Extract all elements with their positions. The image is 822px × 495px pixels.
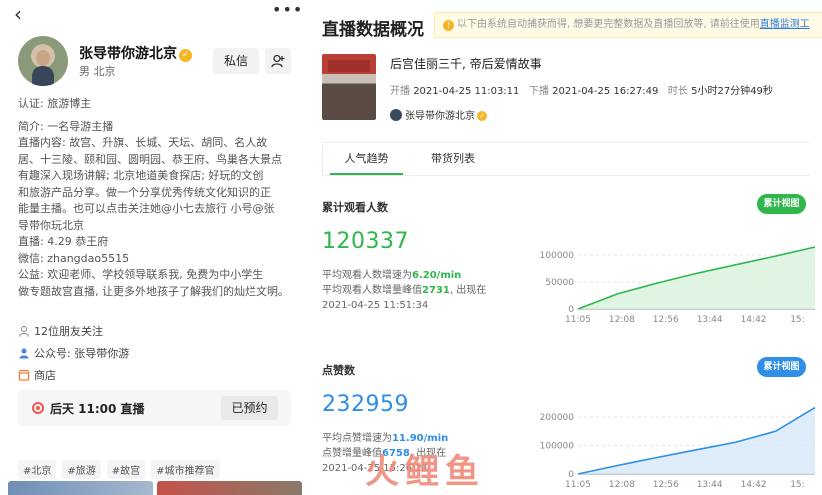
y-tick-label: 100000 <box>540 442 575 452</box>
avatar[interactable] <box>18 36 68 86</box>
likes-chart: 0 100000 200000 11:05 12:08 12:56 13:44 14:42 15… <box>540 406 816 490</box>
viewers-peak: 2731 <box>422 285 450 296</box>
likes-total: 232959 <box>322 392 409 417</box>
y-tick-label: 200000 <box>540 413 575 423</box>
x-tick-label: 14:42 <box>741 315 767 325</box>
bio-line: 微信: zhangdao5515 <box>18 251 130 265</box>
viewers-rate: 6.20/min <box>412 270 462 281</box>
message-button[interactable]: 私信 <box>213 48 259 74</box>
back-arrow-icon[interactable]: ‹ <box>14 2 22 26</box>
end-label: 下播 <box>528 86 549 97</box>
info-icon: ! <box>443 20 454 31</box>
live-cover-image[interactable] <box>322 54 376 120</box>
bio-line: 公益: 欢迎老师、学校领导联系我, 免费为中小学生 <box>18 268 264 281</box>
tag[interactable]: #北京 <box>18 460 57 479</box>
tag[interactable]: #故宫 <box>106 460 146 479</box>
host-info[interactable]: 张导带你游北京 ✓ <box>390 107 487 122</box>
start-label: 开播 <box>390 86 410 97</box>
viewers-cumulative-button[interactable]: 累计视图 <box>757 194 806 214</box>
account-icon <box>19 348 29 359</box>
start-time: 2021-04-25 11:03:11 <box>413 86 520 97</box>
y-tick-label: 0 <box>568 470 574 480</box>
x-tick-label: 12:08 <box>609 315 635 325</box>
viewers-peak-time: 2021-04-25 11:51:34 <box>322 300 429 311</box>
tab-bar: 人气趋势 带货列表 <box>322 142 810 176</box>
tag[interactable]: #旅游 <box>62 460 101 479</box>
duration: 5小时27分钟49秒 <box>691 86 773 97</box>
reserved-button[interactable]: 已预约 <box>221 396 278 420</box>
profile-panel: ‹ ••• 张导带你游北京 ✓ 男 北京 私信 认证: 旅游博主 简介: 一名导游… <box>0 0 303 495</box>
live-times: 开播 2021-04-25 11:03:11 下播 2021-04-25 16:… <box>390 82 773 97</box>
friends-follow[interactable]: 12位朋友关注 <box>18 323 103 339</box>
bio-line: 做专题故宫直播, 让更多外地孩子了解我们的灿烂文明。 <box>18 284 289 298</box>
x-tick-label: 15: <box>790 315 804 325</box>
profile-name: 张导带你游北京 ✓ <box>79 43 192 63</box>
bio-line: 居、十三陵、颐和园、圆明园、恭王府、鸟巢各大景点 <box>18 152 282 166</box>
notice-bar: ! 以下由系统自动捕获而得, 想要更完整数据及直播回放等, 请前往使用直播监测工 <box>434 12 822 38</box>
tag[interactable]: #城市推荐官 <box>151 460 220 479</box>
y-tick-label: 100000 <box>540 251 575 261</box>
y-tick-label: 0 <box>568 305 574 315</box>
shop-link[interactable]: 商店 <box>18 367 56 383</box>
notice-link[interactable]: 直播监测工 <box>760 19 810 30</box>
x-tick-label: 13:44 <box>697 315 723 325</box>
certification: 认证: 旅游博主 <box>18 97 92 110</box>
live-dashboard: 直播数据概况 ! 以下由系统自动捕获而得, 想要更完整数据及直播回放等, 请前往使… <box>303 0 822 495</box>
profile-bio: 认证: 旅游博主 简介: 一名导游主播 直播内容: 故宫、升旗、长城、天坛、胡同… <box>18 96 294 300</box>
video-thumbnail[interactable] <box>157 481 302 495</box>
host-avatar <box>390 109 402 121</box>
notice-text: 以下由系统自动捕获而得, 想要更完整数据及直播回放等, 请前往使用 <box>457 19 760 30</box>
bio-line: 直播: 4.29 恭王府 <box>18 235 109 248</box>
x-tick-label: 13:44 <box>697 480 723 490</box>
duration-label: 时长 <box>667 86 688 97</box>
bio-line: 直播内容: 故宫、升旗、长城、天坛、胡同、名人故 <box>18 136 268 149</box>
watermark-logo: 火鲤鱼 <box>365 452 485 492</box>
tab-products[interactable]: 带货列表 <box>418 143 488 175</box>
x-tick-label: 12:56 <box>653 480 679 490</box>
official-account[interactable]: 公众号: 张导带你游 <box>18 345 129 361</box>
likes-rate: 11.90/min <box>392 433 449 444</box>
viewers-stats: 平均观看人数增速为6.20/min 平均观看人数增量峰值2731, 出现在 20… <box>322 270 487 311</box>
live-title: 后宫佳丽三千, 帝后爱情故事 <box>390 57 542 71</box>
bio-line: 简介: 一名导游主播 <box>18 119 114 133</box>
viewers-title: 累计观看人数 <box>322 201 388 214</box>
shop-icon <box>18 369 30 381</box>
x-tick-label: 14:42 <box>741 480 767 490</box>
likes-cumulative-button[interactable]: 累计视图 <box>757 357 806 377</box>
bio-line: 和旅游产品分享。做一个分享优秀传统文化知识的正 <box>18 185 271 199</box>
verified-icon: ✓ <box>179 49 192 62</box>
verified-icon: ✓ <box>477 111 487 121</box>
add-user-icon <box>271 54 285 68</box>
live-icon <box>32 402 44 414</box>
x-tick-label: 11:05 <box>565 315 591 325</box>
y-tick-label: 50000 <box>545 278 574 288</box>
x-tick-label: 12:08 <box>609 480 635 490</box>
viewers-total: 120337 <box>322 229 409 254</box>
live-schedule-card: 后天 11:00 直播 已预约 <box>18 390 291 426</box>
page-title: 直播数据概况 <box>322 20 424 40</box>
gender-location: 男 北京 <box>79 65 116 78</box>
more-dots-icon[interactable]: ••• <box>272 0 303 19</box>
viewers-chart: 0 50000 100000 11:05 12:08 12:56 13:44 14:42 15: <box>540 246 816 325</box>
series-area <box>578 247 815 309</box>
bio-line: 导带你玩北京 <box>18 218 84 232</box>
end-time: 2021-04-25 16:27:49 <box>552 86 659 97</box>
x-tick-label: 12:56 <box>653 315 679 325</box>
add-user-button[interactable] <box>265 48 291 74</box>
series-area <box>578 407 815 474</box>
x-tick-label: 11:05 <box>565 480 591 490</box>
tag-list: #北京 #旅游 #故宫 #城市推荐官 <box>18 460 220 479</box>
video-thumbnail[interactable] <box>8 481 153 495</box>
live-schedule-text: 后天 11:00 直播 <box>50 402 145 416</box>
likes-title: 点赞数 <box>322 364 355 377</box>
x-tick-label: 15: <box>790 480 804 490</box>
bio-line: 有趣深入现场讲解; 北京地道美食探店; 好玩的文创 <box>18 169 264 182</box>
user-icon <box>19 326 29 337</box>
bio-line: 能量主播。也可以点击关注她@小七去旅行 小号@张 <box>18 202 275 215</box>
video-thumbnails <box>8 481 302 495</box>
tab-popularity[interactable]: 人气趋势 <box>330 143 403 175</box>
